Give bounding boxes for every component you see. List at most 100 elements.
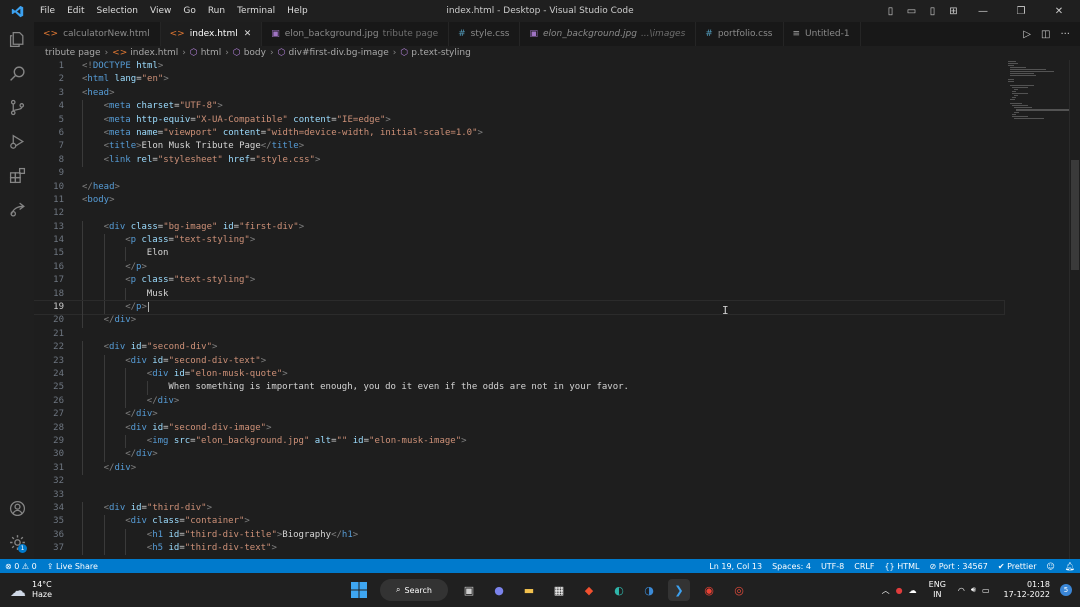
code-line[interactable]: 4 <meta charset="UTF-8">: [34, 100, 1070, 114]
code-line[interactable]: 18 Musk: [34, 287, 1070, 302]
customize-layout-icon[interactable]: ⊞: [945, 6, 962, 17]
show-hidden-icons-chevron-icon[interactable]: ︿: [882, 585, 890, 596]
encoding[interactable]: UTF-8: [816, 562, 849, 571]
maximize-icon[interactable]: ❐: [1004, 6, 1038, 17]
code-line[interactable]: 12: [34, 207, 1070, 220]
code-line[interactable]: 32: [34, 475, 1070, 488]
split-editor-icon[interactable]: ◫: [1041, 29, 1050, 40]
run-file-icon[interactable]: ▷: [1023, 29, 1031, 40]
code-line[interactable]: 11 <body>: [34, 194, 1070, 207]
code-line[interactable]: 15 Elon: [34, 247, 1070, 261]
feedback-icon[interactable]: ☺: [1042, 562, 1060, 571]
explorer-icon[interactable]: [0, 24, 34, 54]
menu-run[interactable]: Run: [202, 6, 231, 16]
code-line[interactable]: 34 <div id="third-div">: [34, 501, 1070, 516]
code-line[interactable]: 21: [34, 328, 1070, 341]
file-explorer-icon[interactable]: ▬: [518, 579, 540, 601]
line-ending[interactable]: CRLF: [849, 562, 879, 571]
code-line[interactable]: 7 <title>Elon Musk Tribute Page</title>: [34, 140, 1070, 154]
search-icon[interactable]: [0, 58, 34, 88]
menu-selection[interactable]: Selection: [91, 6, 144, 16]
scrollbar-thumb[interactable]: [1071, 160, 1079, 270]
code-line[interactable]: 9: [34, 167, 1070, 180]
problems-indicator[interactable]: ⊗ 0 ⚠ 0: [0, 562, 42, 571]
menu-edit[interactable]: Edit: [61, 6, 90, 16]
tab-untitled-1[interactable]: ≡ Untitled-1: [784, 22, 861, 46]
tab-index-html[interactable]: <> index.html ✕: [160, 22, 263, 46]
live-server-port[interactable]: ⊘ Port : 34567: [924, 562, 992, 571]
code-line[interactable]: 2 <html lang="en">: [34, 73, 1070, 86]
code-line[interactable]: 29 <img src="elon_background.jpg" alt="" …: [34, 434, 1070, 449]
python-icon[interactable]: ◑: [638, 579, 660, 601]
code-line[interactable]: 35 <div class="container">: [34, 515, 1070, 529]
breadcrumb-item[interactable]: div#first-div.bg-image: [288, 48, 388, 58]
menu-help[interactable]: Help: [281, 6, 314, 16]
code-line[interactable]: 16 </p>: [34, 260, 1070, 275]
weather-widget[interactable]: ☁ 14°C Haze: [10, 580, 130, 600]
code-line[interactable]: 3 <head>: [34, 87, 1070, 100]
recording-icon[interactable]: ●: [896, 586, 903, 595]
more-actions-icon[interactable]: ···: [1060, 29, 1070, 40]
volume-icon[interactable]: 🔊︎: [971, 585, 976, 595]
menu-file[interactable]: File: [34, 6, 61, 16]
breadcrumb-item[interactable]: p.text-styling: [411, 48, 471, 58]
meet-now-icon[interactable]: ☁: [909, 586, 917, 595]
vscode-taskbar-icon[interactable]: ❯: [668, 579, 690, 601]
breadcrumb-item[interactable]: html: [201, 48, 222, 58]
code-line[interactable]: 6 <meta name="viewport" content="width=de…: [34, 126, 1070, 141]
accounts-icon[interactable]: [0, 493, 34, 523]
menu-view[interactable]: View: [144, 6, 177, 16]
code-line[interactable]: 26 </div>: [34, 394, 1070, 409]
source-control-icon[interactable]: [0, 92, 34, 122]
code-line[interactable]: 31 </div>: [34, 461, 1070, 476]
vertical-scrollbar[interactable]: [1069, 60, 1080, 559]
code-line[interactable]: 36 <h1 id="third-div-title">Biography</h1…: [34, 528, 1070, 543]
code-editor[interactable]: 1 <!DOCTYPE html> 2 <html lang="en"> 3 <head>…: [34, 60, 1070, 559]
minimap[interactable]: [1008, 60, 1070, 120]
code-line[interactable]: 10 </head>: [34, 181, 1070, 194]
git-icon[interactable]: ◆: [578, 579, 600, 601]
code-line[interactable]: 23 <div id="second-div-text">: [34, 354, 1070, 368]
extensions-icon[interactable]: [0, 160, 34, 190]
battery-icon[interactable]: ▭: [982, 586, 990, 595]
remote-explorer-icon[interactable]: [0, 194, 34, 224]
code-line[interactable]: 28 <div id="second-div-image">: [34, 421, 1070, 435]
menu-terminal[interactable]: Terminal: [231, 6, 281, 16]
tab-style-css[interactable]: # style.css: [449, 22, 521, 46]
code-line[interactable]: 25 When something is important enough, yo…: [34, 381, 1070, 395]
breadcrumb-item[interactable]: tribute page: [45, 48, 101, 58]
close-tab-icon[interactable]: ✕: [244, 29, 252, 39]
run-debug-icon[interactable]: [0, 126, 34, 156]
taskbar-search[interactable]: ⌕ Search: [380, 579, 448, 601]
microsoft-store-icon[interactable]: ▦: [548, 579, 570, 601]
code-line[interactable]: 1 <!DOCTYPE html>: [34, 60, 1070, 73]
code-line[interactable]: 37 <h5 id="third-div-text">: [34, 542, 1070, 556]
tab-elon-background-jpg[interactable]: ▣ elon_background.jpg ...\images: [520, 22, 697, 46]
code-line[interactable]: 5 <meta http-equiv="X-UA-Compatible" cont…: [34, 113, 1070, 127]
code-line[interactable]: 17 <p class="text-styling">: [34, 274, 1070, 288]
language-mode[interactable]: {} HTML: [879, 562, 924, 571]
language-indicator[interactable]: ENG IN: [929, 580, 946, 600]
code-line[interactable]: 13 <div class="bg-image" id="first-div">: [34, 220, 1070, 235]
manage-gear-icon[interactable]: 1: [0, 527, 34, 557]
indentation[interactable]: Spaces: 4: [767, 562, 816, 571]
teams-chat-icon[interactable]: ●: [488, 579, 510, 601]
toggle-primary-sidebar-icon[interactable]: ▯: [882, 6, 899, 17]
breadcrumb-item[interactable]: index.html: [130, 48, 178, 58]
code-line[interactable]: 27 </div>: [34, 408, 1070, 422]
live-share-button[interactable]: ⇪ Live Share: [42, 562, 103, 571]
edge-browser-icon[interactable]: ◐: [608, 579, 630, 601]
chrome-icon[interactable]: ◉: [698, 579, 720, 601]
prettier-status[interactable]: ✔ Prettier: [993, 562, 1042, 571]
code-line[interactable]: 8 <link rel="stylesheet" href="style.css"…: [34, 153, 1070, 168]
notification-count-badge[interactable]: 5: [1060, 584, 1072, 596]
task-view-icon[interactable]: ▣: [458, 579, 480, 601]
cursor-position[interactable]: Ln 19, Col 13: [704, 562, 767, 571]
windows-start-icon[interactable]: [348, 579, 370, 601]
code-line[interactable]: 19 </p>: [34, 300, 1005, 316]
minimize-icon[interactable]: —: [966, 6, 1000, 17]
breadcrumb-item[interactable]: body: [244, 48, 266, 58]
tab-portfolio-css[interactable]: # portfolio.css: [696, 22, 784, 46]
tab-calculatornew-html[interactable]: <> calculatorNew.html: [34, 22, 161, 46]
wifi-icon[interactable]: ◠: [958, 586, 965, 595]
